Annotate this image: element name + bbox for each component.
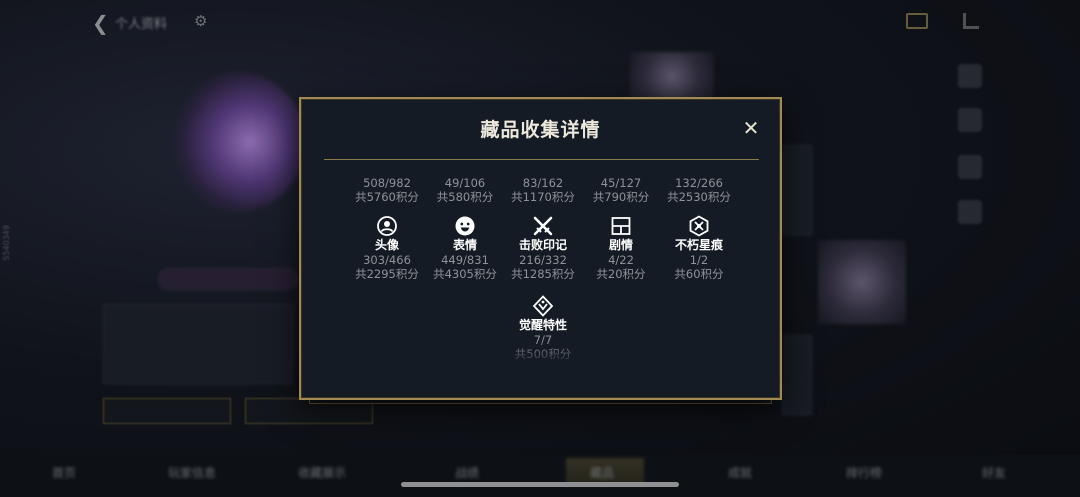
tab-player-info[interactable]: 玩家信息 — [168, 464, 216, 481]
tab-home[interactable]: 首页 — [52, 464, 76, 481]
side-icon-4[interactable] — [958, 200, 982, 224]
category-progress: 303/466 — [363, 253, 411, 267]
category-label: 剧情 — [608, 238, 633, 252]
category-story[interactable]: 剧情 4/22 共20积分 — [580, 215, 662, 281]
collection-details-dialog: 藏品收集详情 ✕ 508/982 共5760积分 49/106 共580积分 8… — [299, 97, 782, 400]
category-points: 共4305积分 — [433, 267, 497, 281]
dialog-title: 藏品收集详情 — [480, 119, 601, 141]
side-icon-3[interactable] — [958, 155, 982, 179]
side-icon-2[interactable] — [958, 108, 982, 132]
background-badge — [158, 268, 298, 290]
summary-item: 83/162 共1170积分 — [502, 176, 584, 204]
category-points: 共2295积分 — [355, 267, 419, 281]
summary-item: 132/266 共2530积分 — [658, 176, 740, 204]
category-points: 共20积分 — [596, 267, 646, 281]
version-text: S540349 — [2, 225, 11, 261]
summary-progress: 45/127 — [600, 176, 642, 190]
home-indicator[interactable] — [401, 482, 679, 487]
background-portrait — [818, 240, 906, 324]
category-points: 共500积分 — [514, 347, 572, 361]
tab-record[interactable]: 战绩 — [455, 464, 479, 481]
summary-progress: 508/982 — [363, 176, 411, 190]
mail-icon[interactable] — [906, 13, 928, 29]
side-icon-1[interactable] — [958, 64, 982, 88]
back-icon[interactable]: ❮ — [92, 11, 109, 35]
exit-icon[interactable] — [963, 13, 979, 29]
background-card — [782, 145, 812, 235]
tab-showcase[interactable]: 收藏展示 — [298, 464, 346, 481]
background-button[interactable] — [103, 398, 231, 424]
summary-progress: 132/266 — [675, 176, 723, 190]
category-points: 共1285积分 — [511, 267, 575, 281]
tab-friends[interactable]: 好友 — [982, 464, 1006, 481]
summary-item: 49/106 共580积分 — [424, 176, 506, 204]
title-divider — [324, 159, 759, 160]
player-emblem — [166, 72, 306, 212]
summary-item: 45/127 共790积分 — [580, 176, 662, 204]
awaken-icon — [532, 295, 554, 317]
category-progress: 216/332 — [519, 253, 567, 267]
category-label: 不朽星痕 — [674, 238, 723, 252]
close-icon[interactable]: ✕ — [740, 117, 762, 139]
panel-icon — [611, 217, 631, 235]
avatar-icon — [377, 216, 397, 236]
top-bar: ❮ 个人资料 ⚙ — [0, 0, 1080, 44]
gear-icon[interactable]: ⚙ — [194, 12, 207, 30]
category-awaken-trait[interactable]: 觉醒特性 7/7 共500积分 — [502, 295, 584, 361]
summary-points: 共2530积分 — [667, 190, 731, 204]
summary-progress: 83/162 — [522, 176, 564, 190]
category-label: 击败印记 — [518, 238, 567, 252]
emoji-icon — [455, 216, 475, 236]
tab-achievement[interactable]: 成就 — [728, 464, 752, 481]
screen: ❮ 个人资料 ⚙ S540349 首页 玩家信息 收藏展示 战绩 藏品 成就 排… — [0, 0, 1080, 497]
category-defeat-mark[interactable]: 击败印记 216/332 共1285积分 — [502, 215, 584, 281]
star-scar-icon — [689, 215, 709, 237]
background-card — [103, 304, 293, 384]
background-portrait — [630, 52, 714, 102]
category-progress: 7/7 — [533, 333, 553, 347]
category-emoji[interactable]: 表情 449/831 共4305积分 — [424, 215, 506, 281]
category-progress: 4/22 — [608, 253, 634, 267]
category-progress: 1/2 — [689, 253, 709, 267]
category-star-scar[interactable]: 不朽星痕 1/2 共60积分 — [658, 215, 740, 281]
background-card — [782, 335, 812, 415]
category-points: 共60积分 — [674, 267, 724, 281]
category-label: 表情 — [452, 238, 477, 252]
summary-points: 共790积分 — [592, 190, 650, 204]
category-progress: 449/831 — [441, 253, 489, 267]
tab-ranking[interactable]: 排行榜 — [846, 464, 882, 481]
page-title: 个人资料 — [115, 17, 168, 32]
bottom-tab-bar — [0, 455, 1080, 497]
summary-points: 共5760积分 — [355, 190, 419, 204]
summary-points: 共1170积分 — [511, 190, 575, 204]
category-label: 觉醒特性 — [518, 318, 567, 332]
category-avatar[interactable]: 头像 303/466 共2295积分 — [346, 215, 428, 281]
category-label: 头像 — [374, 238, 399, 252]
summary-item: 508/982 共5760积分 — [346, 176, 428, 204]
summary-points: 共580积分 — [436, 190, 494, 204]
summary-progress: 49/106 — [444, 176, 486, 190]
crossed-swords-icon — [533, 216, 553, 236]
tab-collection[interactable]: 藏品 — [590, 464, 614, 481]
